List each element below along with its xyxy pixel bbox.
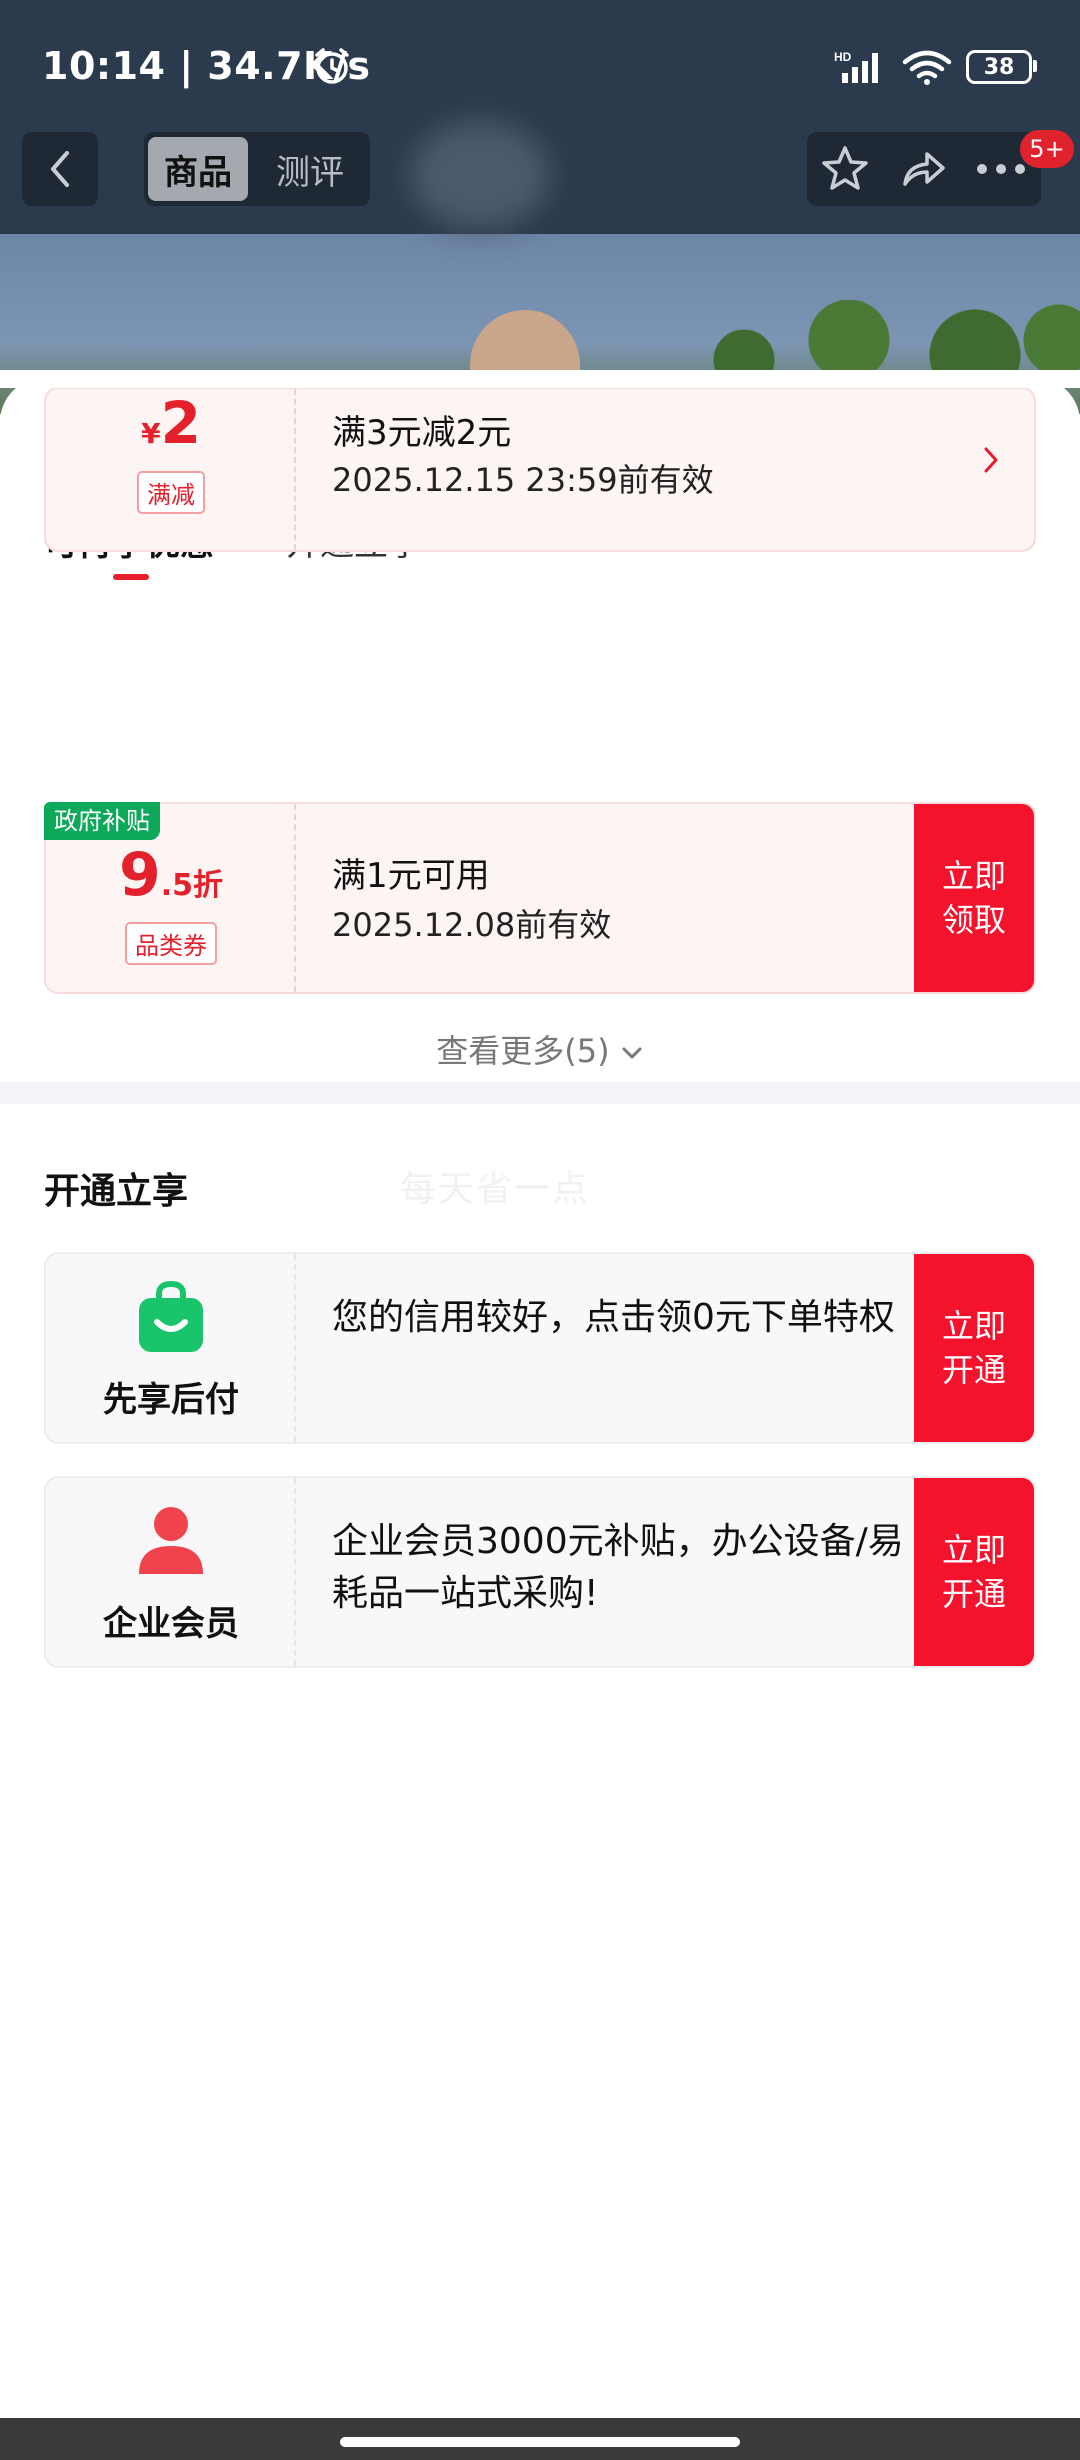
star-icon[interactable] [820, 144, 870, 194]
coupon-type-label: 品类券 [125, 922, 217, 965]
nav-tab-group: 商品 测评 [144, 132, 370, 206]
view-more-label: 查看更多(5) [436, 1032, 610, 1070]
activate-button[interactable]: 立即开通 [914, 1478, 1034, 1666]
section-title: 开通立享 [44, 1171, 189, 1212]
status-bar: 10:14 | 34.7K/s HD 38 [0, 0, 1080, 130]
perk-description: 企业会员3000元补贴，办公设备/易耗品一站式采购! [332, 1521, 904, 1614]
section-divider [0, 1082, 1080, 1104]
network-label: HD [834, 50, 852, 64]
user-icon [139, 1507, 203, 1574]
coupon-amount: ¥2 [46, 389, 296, 457]
coupon-discount-main: 9 [118, 840, 161, 910]
chevron-down-icon [622, 1047, 642, 1059]
activate-button[interactable]: 立即开通 [914, 1254, 1034, 1442]
share-icon[interactable] [897, 144, 947, 194]
coupon-expiry: 2025.12.08前有效 [332, 906, 612, 944]
chevron-left-icon [51, 151, 69, 187]
coupon-title: 满3元减2元 [332, 413, 512, 453]
perk-name: 企业会员 [103, 1604, 239, 1644]
perk-card-pay-later: 先享后付 您的信用较好，点击领0元下单特权 立即开通 [44, 1252, 1036, 1444]
coupon-card: 9.5折 品类券 满1元可用 2025.12.08前有效 立即领取 [44, 802, 1036, 994]
coupon-type-tag: 满减 [46, 471, 296, 514]
cellular-signal-icon: HD [834, 50, 878, 83]
coupon-discount-suffix: .5折 [160, 868, 224, 903]
claim-coupon-button[interactable]: 立即领取 [914, 804, 1034, 992]
perk-name: 先享后付 [103, 1380, 239, 1420]
nav-tab-review[interactable]: 测评 [258, 137, 362, 201]
coupon-expiry: 2025.12.15 23:59前有效 [332, 461, 714, 499]
battery-indicator: 38 [966, 50, 1037, 84]
coupon-type-tag: 品类券 [46, 922, 296, 965]
perk-description: 您的信用较好，点击领0元下单特权 [332, 1297, 895, 1338]
coupon-amount-value: 2 [160, 389, 201, 457]
coupon-amount: 9.5折 [46, 840, 296, 910]
gov-subsidy-badge: 政府补贴 [44, 802, 160, 840]
discount-sheet: 优惠 可再享优惠 开通立享 ¥2 满减 满3元减2元 2025.12.15 23… [0, 370, 1080, 2418]
perk-left-panel: 企业会员 [46, 1478, 296, 1666]
perk-left-panel: 先享后付 [46, 1254, 296, 1442]
more-icon[interactable] [974, 159, 1028, 179]
alarm-icon [315, 48, 349, 84]
scroll-clip [0, 370, 1080, 388]
coupon-type-label: 满减 [137, 471, 205, 514]
blurred-area [410, 120, 550, 230]
coupon-left-panel: ¥2 满减 [46, 389, 296, 550]
active-tab-indicator [113, 574, 149, 580]
watermark: 每天省一点 [400, 1169, 591, 1210]
back-button[interactable] [22, 132, 98, 206]
shopping-bag-icon [139, 1280, 203, 1352]
currency-symbol: ¥ [141, 417, 161, 450]
nav-tab-product[interactable]: 商品 [148, 137, 248, 201]
view-more-link[interactable]: 查看更多(5) [0, 1026, 1080, 1072]
nav-action-group [807, 132, 1041, 206]
notification-badge: 5+ [1020, 130, 1074, 168]
chevron-right-icon[interactable] [982, 445, 1000, 475]
perk-card-enterprise: 企业会员 企业会员3000元补贴，办公设备/易耗品一站式采购! 立即开通 [44, 1476, 1036, 1668]
home-indicator[interactable] [340, 2437, 740, 2447]
coupon-card[interactable]: ¥2 满减 满3元减2元 2025.12.15 23:59前有效 [44, 387, 1036, 552]
wifi-icon [902, 50, 952, 85]
coupon-title: 满1元可用 [332, 856, 490, 896]
